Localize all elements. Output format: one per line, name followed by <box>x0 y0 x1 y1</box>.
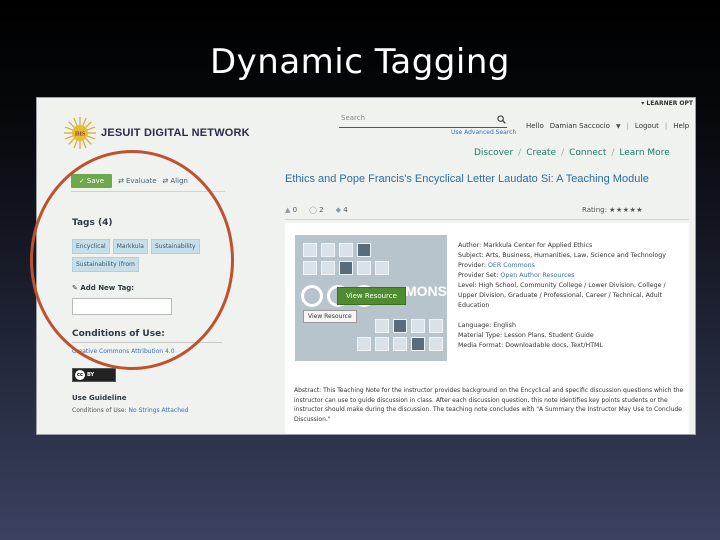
nav-separator: / <box>611 148 615 158</box>
likes-value: 4 <box>343 206 348 214</box>
nav-discover[interactable]: Discover <box>474 148 513 158</box>
meta-subject: Subject: Arts, Business, Humanities, Law… <box>458 252 666 259</box>
resource-title[interactable]: Ethics and Pope Francis's Encyclical Let… <box>285 173 649 185</box>
saves-count: ◯ 2 <box>309 206 324 214</box>
learner-options-link[interactable]: ▾ LEARNER OPT <box>641 100 693 107</box>
meta-provider-set: Provider Set: Open Author Resources <box>458 271 684 281</box>
use-guideline-line: Conditions of Use: No Strings Attached <box>72 407 189 414</box>
use-guideline-heading: Use Guideline <box>72 394 127 402</box>
nav-learn-more[interactable]: Learn More <box>619 148 669 158</box>
sunburst-logo-icon: IHS <box>64 117 96 149</box>
divider <box>285 219 689 220</box>
user-menu: Hello Damian Saccocio ▼ | Logout | Help <box>526 122 689 130</box>
logo-text: JESUIT DIGITAL NETWORK <box>101 127 250 139</box>
nav-create[interactable]: Create <box>526 148 556 158</box>
circle-icon: ◯ <box>309 206 317 214</box>
thumbnail-wordmark: MONS <box>405 283 447 299</box>
site-logo[interactable]: IHS JESUIT DIGITAL NETWORK <box>63 116 250 150</box>
highlight-ellipse <box>30 150 234 370</box>
help-link[interactable]: Help <box>673 122 689 130</box>
meta-provider-label: Provider: <box>458 262 486 269</box>
tag-small-icon: ◆ <box>335 206 342 214</box>
svg-text:IHS: IHS <box>75 132 86 138</box>
rating-stars[interactable]: ★★★★★ <box>609 206 643 214</box>
views-value: 0 <box>292 206 298 214</box>
cc-icon: cc <box>75 370 85 380</box>
resource-stats: ▲ 0 ◯ 2 ◆ 4 <box>285 206 348 214</box>
divider: | <box>626 122 629 130</box>
meta-provider: Provider: OER Commons <box>458 261 684 271</box>
advanced-search-link[interactable]: Use Advanced Search <box>451 129 516 136</box>
rating: Rating: ★★★★★ <box>582 206 643 214</box>
meta-material-type: Material Type: Lesson Plans, Student Gui… <box>458 332 594 339</box>
nav-separator: / <box>561 148 565 158</box>
meta-author: Author: Markkula Center for Applied Ethi… <box>458 242 593 249</box>
meta-provider-set-link[interactable]: Open Author Resources <box>500 272 574 279</box>
view-resource-button-primary[interactable]: View Resource <box>337 287 406 305</box>
nav-separator: / <box>518 148 522 158</box>
meta-level: Level: High School, Community College / … <box>458 282 666 309</box>
meta-provider-set-label: Provider Set: <box>458 272 499 279</box>
nav-connect[interactable]: Connect <box>569 148 606 158</box>
view-resource-button-secondary[interactable]: View Resource <box>303 310 357 323</box>
thumbs-up-icon: ▲ <box>285 206 291 214</box>
rating-label: Rating: <box>582 206 607 214</box>
divider: | <box>664 122 668 130</box>
main-nav: Discover / Create / Connect / Learn More <box>474 148 670 158</box>
meta-language: Language: English <box>458 322 516 329</box>
likes-count: ◆ 4 <box>336 206 348 214</box>
meta-media-format: Media Format: Downloadable docs, Text/HT… <box>458 342 603 349</box>
use-guideline-link[interactable]: No Strings Attached <box>129 407 189 414</box>
use-guideline-prefix: Conditions of Use: <box>72 407 127 414</box>
search-input[interactable]: Search <box>339 112 507 128</box>
slide-title: Dynamic Tagging <box>210 42 510 82</box>
cc-license-badge[interactable]: cc BY <box>72 368 116 382</box>
views-count: ▲ 0 <box>285 206 297 214</box>
meta-provider-link[interactable]: OER Commons <box>488 262 535 269</box>
resource-metadata: Author: Markkula Center for Applied Ethi… <box>458 241 684 351</box>
greeting-text: Hello <box>526 122 544 130</box>
user-name-dropdown[interactable]: Damian Saccocio <box>550 122 610 130</box>
by-icon: BY <box>87 372 95 378</box>
logout-link[interactable]: Logout <box>635 122 659 130</box>
search-icon[interactable] <box>497 115 506 124</box>
saves-value: 2 <box>319 206 324 214</box>
resource-abstract: Abstract: This Teaching Note for the ins… <box>294 387 684 423</box>
caret-down-icon[interactable]: ▼ <box>616 123 621 130</box>
